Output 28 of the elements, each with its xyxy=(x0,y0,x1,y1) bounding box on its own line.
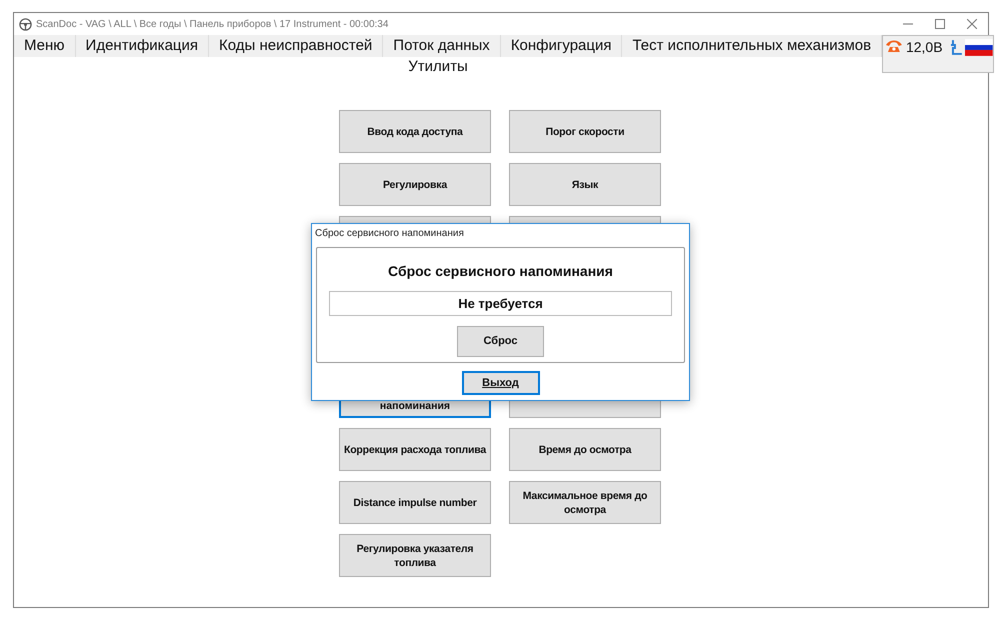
voltage-reading: 12,0В xyxy=(906,39,943,55)
utility-button[interactable]: Ввод кода доступа xyxy=(339,110,491,153)
utility-button[interactable]: Регулировка xyxy=(339,163,491,206)
steering-wheel-icon xyxy=(19,18,32,30)
flag-icon xyxy=(965,39,994,56)
menu-tab[interactable]: Меню xyxy=(14,35,76,57)
menu-tab[interactable]: Утилиты xyxy=(398,57,478,77)
utility-button[interactable]: Порог скорости xyxy=(509,110,661,153)
status-field: Не требуется xyxy=(329,291,672,316)
menu-tab[interactable]: Коды неисправностей xyxy=(209,35,384,57)
utility-button[interactable]: Коррекция расхода топлива xyxy=(339,428,491,471)
exit-button[interactable]: Выход xyxy=(462,371,540,395)
utility-button[interactable]: Регулировка указателя топлива xyxy=(339,534,491,577)
reset-button[interactable]: Сброс xyxy=(457,326,544,357)
menu-tab[interactable]: Конфигурация xyxy=(500,35,622,57)
utility-button[interactable]: Максимальное время до осмотра xyxy=(509,481,661,524)
dialog-title: Сброс сервисного напоминания xyxy=(315,228,465,240)
menu-tab[interactable]: Идентификация xyxy=(76,35,210,57)
phone-icon xyxy=(885,39,903,53)
utility-button[interactable]: Язык xyxy=(509,163,661,206)
close-icon xyxy=(967,19,977,29)
utility-button[interactable]: Distance impulse number xyxy=(339,481,491,524)
dialog-heading: Сброс сервисного напоминания xyxy=(388,262,613,281)
window-title: ScanDoc - VAG \ ALL \ Все годы \ Панель приборов \ 17 Instrument - 00:00:34 xyxy=(36,18,388,32)
maximize-icon xyxy=(935,19,945,29)
plug-icon xyxy=(948,39,962,55)
menu-tab[interactable]: Поток данных xyxy=(383,35,501,57)
utility-button[interactable]: Время до осмотра xyxy=(509,428,661,471)
